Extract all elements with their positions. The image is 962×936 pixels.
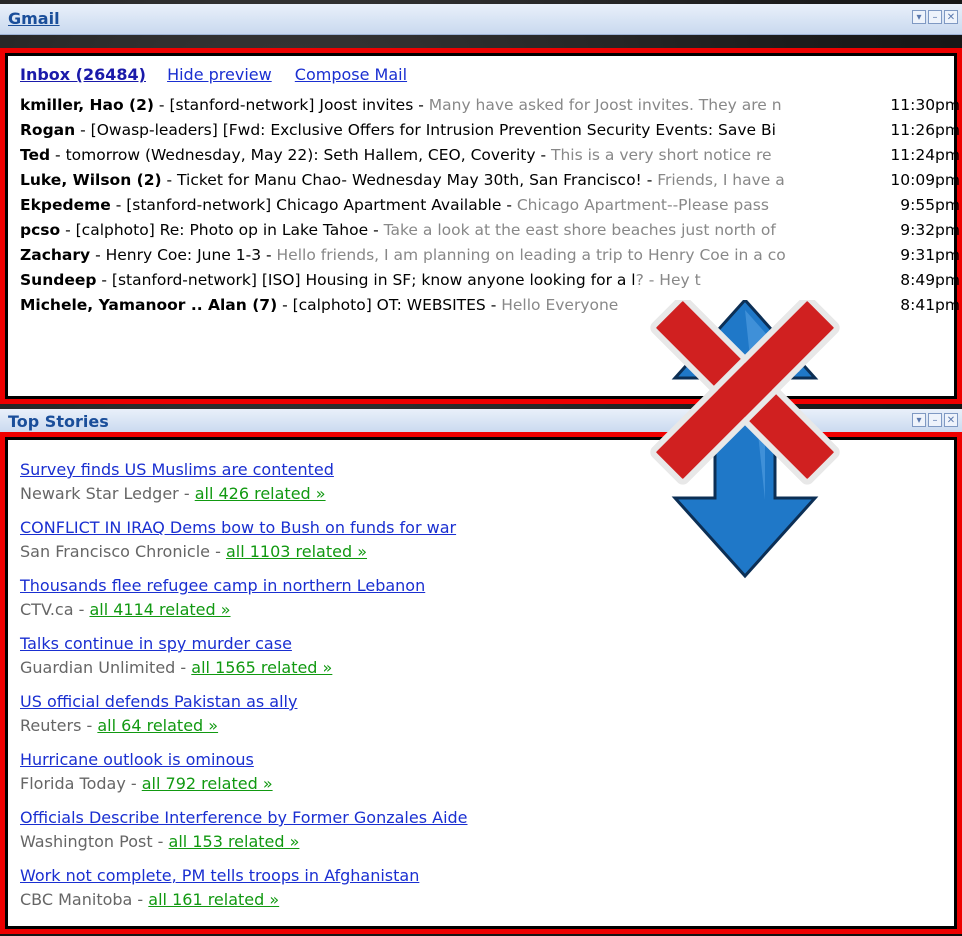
inbox-link[interactable]: Inbox (26484): [20, 65, 146, 84]
story-headline-link[interactable]: US official defends Pakistan as ally: [20, 692, 297, 716]
message-snippet: Chicago Apartment--Please pass: [516, 196, 769, 214]
message-row[interactable]: Ekpedeme - [stanford-network] Chicago Ap…: [20, 196, 960, 220]
message-snippet: Hello friends, I am planning on leading …: [276, 246, 786, 264]
message-time: 9:55pm: [900, 196, 960, 214]
story-item: CONFLICT IN IRAQ Dems bow to Bush on fun…: [20, 518, 457, 561]
message-time: 10:09pm: [890, 171, 960, 189]
related-link[interactable]: all 4114 related »: [89, 600, 230, 619]
message-time: 9:32pm: [900, 221, 960, 239]
message-from: Michele, Yamanoor .. Alan (7): [20, 296, 278, 314]
message-subject: [calphoto] OT: WEBSITES: [292, 296, 486, 314]
news-gadget-controls: ▾ – ✕: [912, 413, 958, 427]
message-row[interactable]: Ted - tomorrow (Wednesday, May 22): Seth…: [20, 146, 960, 170]
related-link[interactable]: all 1565 related »: [191, 658, 332, 677]
related-link[interactable]: all 153 related »: [169, 832, 300, 851]
message-subject: [stanford-network] Joost invites: [169, 96, 414, 114]
story-source: Guardian Unlimited: [20, 658, 176, 677]
message-from: Ekpedeme: [20, 196, 111, 214]
story-headline-link[interactable]: CONFLICT IN IRAQ Dems bow to Bush on fun…: [20, 518, 456, 542]
story-source: Florida Today: [20, 774, 126, 793]
minimize-icon[interactable]: –: [928, 10, 942, 24]
story-item: Officials Describe Interference by Forme…: [20, 808, 468, 851]
story-item: US official defends Pakistan as ally Reu…: [20, 692, 298, 735]
message-time: 11:24pm: [890, 146, 960, 164]
story-source: Newark Star Ledger: [20, 484, 179, 503]
close-icon[interactable]: ✕: [944, 10, 958, 24]
chevron-down-icon[interactable]: ▾: [912, 413, 926, 427]
message-snippet: Hello Everyone: [501, 296, 619, 314]
message-snippet: Many have asked for Joost invites. They …: [428, 96, 782, 114]
message-row[interactable]: Luke, Wilson (2) - Ticket for Manu Chao-…: [20, 171, 960, 195]
message-from: Luke, Wilson (2): [20, 171, 162, 189]
message-subject: Ticket for Manu Chao- Wednesday May 30th…: [177, 171, 642, 189]
story-source: Washington Post: [20, 832, 153, 851]
message-from: Zachary: [20, 246, 91, 264]
message-subject: tomorrow (Wednesday, May 22): Seth Halle…: [65, 146, 536, 164]
message-subject: [stanford-network] [ISO] Housing in SF; …: [111, 271, 636, 289]
story-item: Survey finds US Muslims are contented Ne…: [20, 460, 334, 503]
gmail-gadget-controls: ▾ – ✕: [912, 10, 958, 24]
message-subject: [calphoto] Re: Photo op in Lake Tahoe: [75, 221, 369, 239]
message-time: 9:31pm: [900, 246, 960, 264]
message-row[interactable]: pcso - [calphoto] Re: Photo op in Lake T…: [20, 221, 960, 245]
hide-preview-link[interactable]: Hide preview: [167, 65, 272, 84]
story-item: Work not complete, PM tells troops in Af…: [20, 866, 420, 909]
gmail-gadget-title[interactable]: Gmail: [8, 9, 60, 28]
message-from: pcso: [20, 221, 61, 239]
story-item: Thousands flee refugee camp in northern …: [20, 576, 426, 619]
message-subject: [stanford-network] Chicago Apartment Ava…: [126, 196, 502, 214]
message-from: Ted: [20, 146, 51, 164]
message-from: Sundeep: [20, 271, 97, 289]
message-row[interactable]: Rogan - [Owasp-leaders] [Fwd: Exclusive …: [20, 121, 960, 145]
message-subject: [Owasp-leaders] [Fwd: Exclusive Offers f…: [90, 121, 776, 139]
story-headline-link[interactable]: Hurricane outlook is ominous: [20, 750, 273, 774]
gmail-gadget-header: Gmail ▾ – ✕: [0, 4, 962, 35]
story-item: Hurricane outlook is ominous Florida Tod…: [20, 750, 273, 793]
related-link[interactable]: all 64 related »: [97, 716, 218, 735]
story-source: San Francisco Chronicle: [20, 542, 210, 561]
message-snippet: ? - Hey t: [635, 271, 701, 289]
message-time: 8:41pm: [900, 296, 960, 314]
swap-forbidden-overlay: [650, 300, 840, 579]
message-from: Rogan: [20, 121, 76, 139]
story-headline-link[interactable]: Survey finds US Muslims are contented: [20, 460, 334, 484]
story-headline-link[interactable]: Officials Describe Interference by Forme…: [20, 808, 468, 832]
minimize-icon[interactable]: –: [928, 413, 942, 427]
chevron-down-icon[interactable]: ▾: [912, 10, 926, 24]
news-gadget-title[interactable]: Top Stories: [8, 412, 109, 431]
story-source: CTV.ca: [20, 600, 74, 619]
message-snippet: Friends, I have a: [657, 171, 785, 189]
message-from: kmiller, Hao (2): [20, 96, 154, 114]
story-source: CBC Manitoba: [20, 890, 133, 909]
message-time: 11:26pm: [890, 121, 960, 139]
message-time: 8:49pm: [900, 271, 960, 289]
message-snippet: This is a very short notice re: [551, 146, 772, 164]
message-time: 11:30pm: [890, 96, 960, 114]
story-headline-link[interactable]: Talks continue in spy murder case: [20, 634, 332, 658]
message-snippet: Take a look at the east shore beaches ju…: [383, 221, 776, 239]
related-link[interactable]: all 1103 related »: [226, 542, 367, 561]
message-row[interactable]: Zachary - Henry Coe: June 1-3 - Hello fr…: [20, 246, 960, 270]
related-link[interactable]: all 161 related »: [148, 890, 279, 909]
message-row[interactable]: kmiller, Hao (2) - [stanford-network] Jo…: [20, 96, 960, 120]
related-link[interactable]: all 792 related »: [142, 774, 273, 793]
story-item: Talks continue in spy murder case Guardi…: [20, 634, 333, 677]
message-row[interactable]: Sundeep - [stanford-network] [ISO] Housi…: [20, 271, 960, 295]
compose-mail-link[interactable]: Compose Mail: [295, 65, 407, 84]
story-source: Reuters: [20, 716, 82, 735]
close-icon[interactable]: ✕: [944, 413, 958, 427]
message-subject: Henry Coe: June 1-3: [105, 246, 262, 264]
story-headline-link[interactable]: Thousands flee refugee camp in northern …: [20, 576, 425, 600]
gmail-toolbar: Inbox (26484) Hide preview Compose Mail: [20, 65, 425, 84]
story-headline-link[interactable]: Work not complete, PM tells troops in Af…: [20, 866, 419, 890]
related-link[interactable]: all 426 related »: [195, 484, 326, 503]
